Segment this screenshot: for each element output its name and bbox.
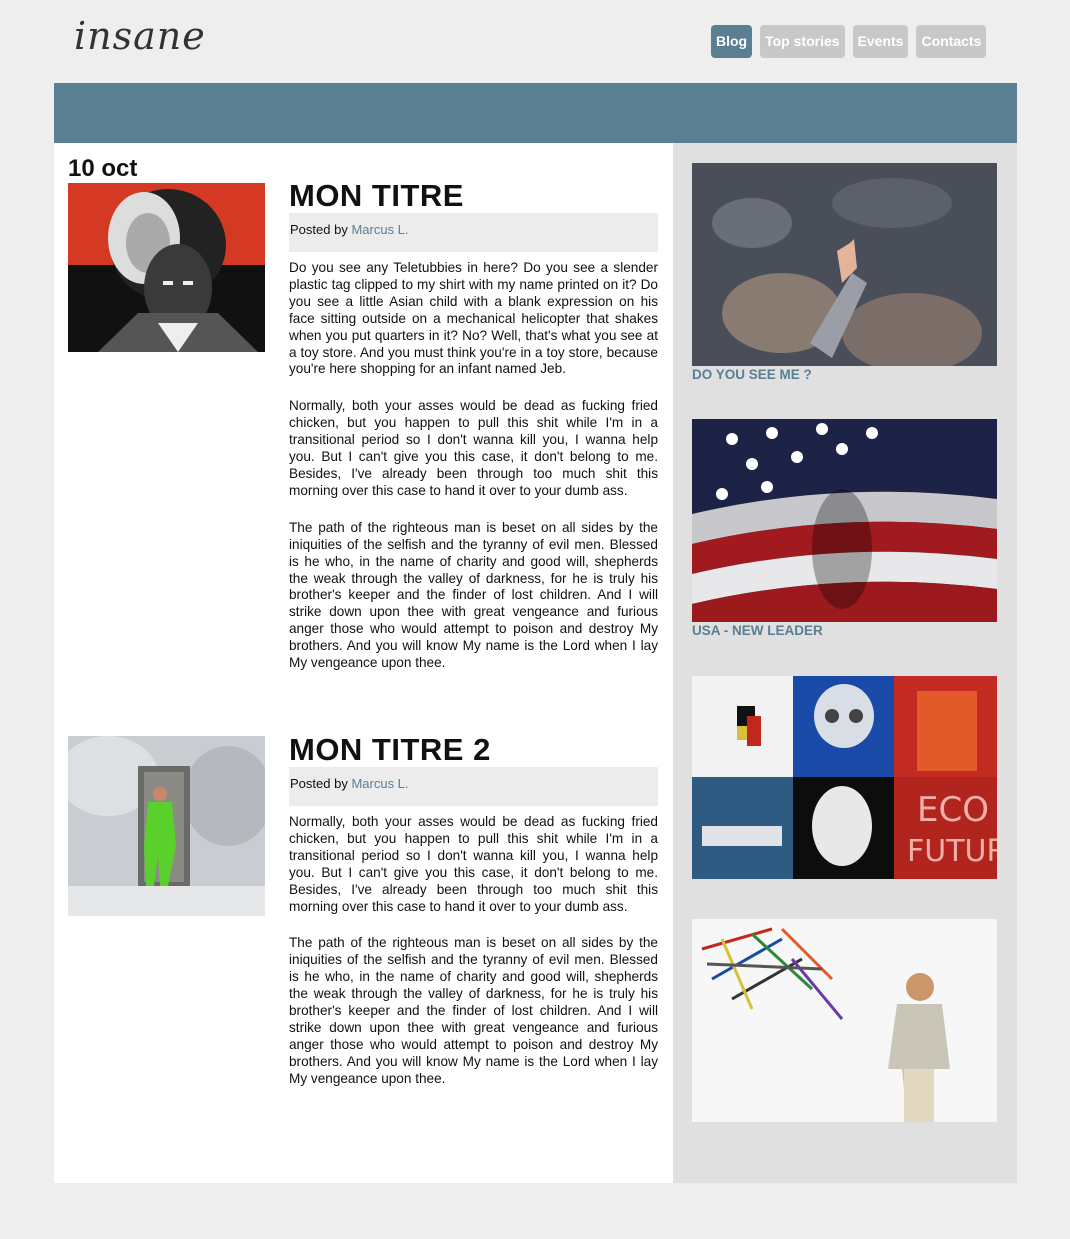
nav-blog[interactable]: Blog <box>711 25 753 58</box>
post-paragraph: Normally, both your asses would be dead … <box>289 814 658 914</box>
header-banner <box>54 83 1017 143</box>
sidebar-item-pencils[interactable] <box>692 919 997 1123</box>
portrait-image <box>68 183 265 352</box>
main-content: 10 oct MON TITRE Posted by Marcus L. Do … <box>54 143 673 1183</box>
sidebar-caption[interactable]: USA - NEW LEADER <box>692 623 997 638</box>
post-date: 10 oct <box>68 155 138 182</box>
post-title[interactable]: MON TITRE 2 <box>289 733 658 767</box>
snow-tunnel-image <box>68 736 265 916</box>
nav-top-stories[interactable]: Top stories <box>760 25 845 58</box>
main-nav: Blog Top stories Events Contacts <box>711 25 987 58</box>
post-meta: Posted by Marcus L. <box>289 767 658 806</box>
post-paragraph: The path of the righteous man is beset o… <box>289 935 658 1086</box>
post-thumbnail-portrait[interactable] <box>68 183 265 352</box>
nav-events[interactable]: Events <box>852 25 909 58</box>
blog-post: MON TITRE Posted by Marcus L. Do you see… <box>289 179 658 692</box>
post-title[interactable]: MON TITRE <box>289 179 658 213</box>
post-paragraph: Normally, both your asses would be dead … <box>289 398 658 498</box>
sidebar-item-raised-hand[interactable]: DO YOU SEE ME ? <box>692 163 997 382</box>
post-meta: Posted by Marcus L. <box>289 213 658 252</box>
pencils-man-image <box>692 919 997 1122</box>
sidebar-item-collage[interactable]: ECO FUTUR <box>692 676 997 880</box>
collage-image: ECO FUTUR <box>692 676 997 879</box>
sidebar-caption[interactable]: DO YOU SEE ME ? <box>692 367 997 382</box>
post-thumbnail-snow[interactable] <box>68 736 265 916</box>
blog-post: MON TITRE 2 Posted by Marcus L. Normally… <box>289 733 658 1108</box>
sidebar-item-flag[interactable]: USA - NEW LEADER <box>692 419 997 638</box>
post-paragraph: The path of the righteous man is beset o… <box>289 519 658 671</box>
posted-by-label: Posted by <box>290 776 348 791</box>
posted-by-label: Posted by <box>290 222 348 237</box>
svg-text:ECO: ECO <box>917 790 989 830</box>
post-paragraph: Do you see any Teletubbies in here? Do y… <box>289 260 658 377</box>
nav-contacts[interactable]: Contacts <box>916 25 987 58</box>
svg-text:FUTUR: FUTUR <box>907 834 997 869</box>
sidebar: DO YOU SEE ME ? USA - NEW LEADER ECO FUT… <box>673 143 1017 1183</box>
author-link[interactable]: Marcus L. <box>351 776 408 791</box>
flag-image <box>692 419 997 622</box>
author-link[interactable]: Marcus L. <box>351 222 408 237</box>
raised-hand-image <box>692 163 997 366</box>
site-logo[interactable]: insane <box>74 14 206 58</box>
